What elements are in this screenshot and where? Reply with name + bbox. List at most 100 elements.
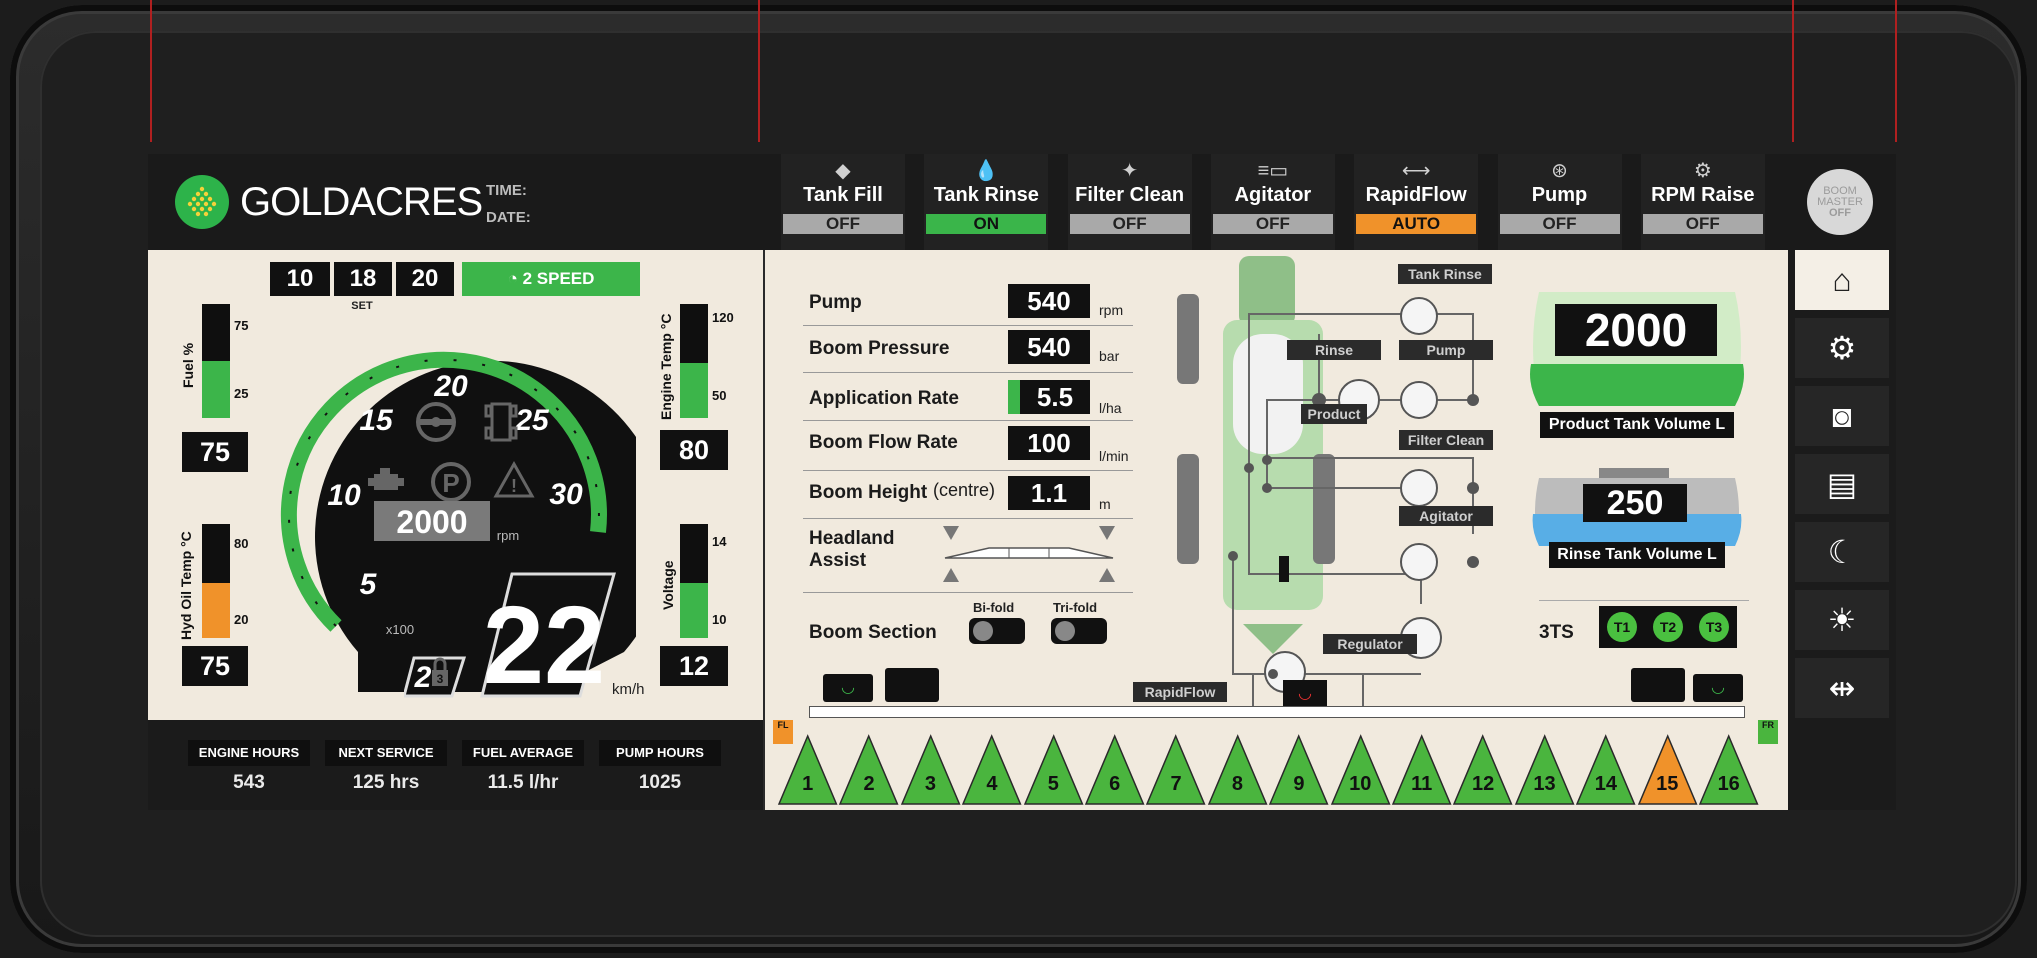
tank-rinse-icon: 💧 bbox=[973, 160, 999, 182]
hyd-oil-temp-value: 75 bbox=[182, 646, 248, 686]
section-number: 12 bbox=[1471, 773, 1495, 795]
fuel-label: Fuel % bbox=[180, 342, 196, 388]
home-icon[interactable]: ⌂ bbox=[1795, 250, 1889, 310]
fuel-gauge bbox=[202, 304, 230, 418]
engine-hours-value: 543 bbox=[233, 772, 265, 793]
voltage-tick-high: 14 bbox=[712, 534, 727, 549]
boom-section-8[interactable]: 8 bbox=[1207, 730, 1268, 810]
document-icon[interactable]: ▤ bbox=[1795, 454, 1889, 514]
tank-t3-button[interactable]: T3 bbox=[1699, 612, 1729, 642]
function-label: Filter Clean bbox=[1075, 184, 1185, 206]
display-screen: GOLDACRES TIME: DATE: ◆ Tank Fill OFF 💧 Tank… bbox=[148, 154, 1896, 810]
function-button-filter-clean[interactable]: ✦ Filter Clean OFF bbox=[1067, 154, 1192, 250]
boom-flow-rate-label: Boom Flow Rate bbox=[809, 432, 958, 453]
stats-bar: ENGINE HOURS 543 NEXT SERVICE 125 hrs FU… bbox=[148, 720, 763, 810]
headland-assist-diagram[interactable] bbox=[939, 524, 1119, 584]
tank-t1-button[interactable]: T1 bbox=[1607, 612, 1637, 642]
boom-pressure-value: 540 bbox=[1008, 330, 1090, 364]
boom-flow-rate-value: 100 bbox=[1008, 426, 1090, 460]
filter-clean-tag: Filter Clean bbox=[1399, 430, 1493, 450]
function-button-tank-rinse[interactable]: 💧 Tank Rinse ON bbox=[924, 154, 1049, 250]
section-triangle bbox=[1391, 734, 1452, 805]
bifold-toggle[interactable] bbox=[969, 618, 1025, 644]
tacho-tick: 10 bbox=[327, 479, 361, 512]
engine-tick-high: 120 bbox=[712, 310, 734, 325]
boom-section-1[interactable]: 1 bbox=[777, 730, 838, 810]
tank-t2-button[interactable]: T2 bbox=[1653, 612, 1683, 642]
section-triangle bbox=[1576, 734, 1636, 805]
function-button-rapidflow[interactable]: ⟷ RapidFlow AUTO bbox=[1354, 154, 1479, 250]
function-label: RapidFlow bbox=[1365, 184, 1467, 206]
boom-section-13[interactable]: 13 bbox=[1514, 730, 1575, 810]
headland-line1: Headland bbox=[809, 528, 895, 549]
function-label: Pump bbox=[1531, 184, 1588, 206]
toggle-knob bbox=[1055, 621, 1075, 641]
night-mode-icon[interactable]: ☾ bbox=[1795, 522, 1889, 582]
arrow-up-icon bbox=[943, 568, 959, 582]
divider bbox=[803, 518, 1133, 519]
filter-clean-valve bbox=[1400, 469, 1438, 507]
vehicle-panel: 10 18 20 SET ◔ 2 SPEED Fuel % 75 25 75 H… bbox=[148, 250, 763, 810]
hyd-tick-high: 80 bbox=[234, 536, 249, 551]
toggle-knob bbox=[973, 621, 993, 641]
speed-set-2[interactable]: 18 bbox=[334, 262, 392, 296]
function-button-rpm-raise[interactable]: ⚙ RPM Raise OFF bbox=[1640, 154, 1765, 250]
boom-section-9[interactable]: 9 bbox=[1268, 730, 1329, 810]
tacho-tick: 20 bbox=[433, 370, 468, 403]
boom-pressure-unit: bar bbox=[1099, 348, 1120, 364]
hyd-tick-low: 20 bbox=[234, 612, 249, 627]
function-button-tank-fill[interactable]: ◆ Tank Fill OFF bbox=[781, 154, 905, 250]
boom-height-sub: (centre) bbox=[933, 480, 996, 500]
boom-master-button[interactable]: BOOM MASTER OFF bbox=[1807, 169, 1873, 235]
section-number: 7 bbox=[1170, 773, 1182, 795]
right-nozzle-block bbox=[1631, 668, 1685, 702]
rapidflow-icon: ⟷ bbox=[1401, 160, 1431, 182]
svg-text:P: P bbox=[442, 468, 459, 498]
speed-mode-button[interactable]: ◔ 2 SPEED bbox=[462, 262, 640, 296]
boom-section-16[interactable]: 16 bbox=[1698, 730, 1759, 810]
hyd-oil-temp-gauge bbox=[202, 524, 230, 638]
sensor-center-icon: ◡ bbox=[1283, 680, 1327, 708]
agitator-icon: ≡▭ bbox=[1257, 160, 1289, 182]
boom-section-10[interactable]: 10 bbox=[1330, 730, 1391, 810]
section-number: 13 bbox=[1533, 773, 1556, 795]
threets-panel: T1 T2 T3 bbox=[1599, 606, 1737, 648]
boom-section-11[interactable]: 11 bbox=[1391, 730, 1452, 810]
section-number: 14 bbox=[1594, 773, 1617, 795]
speed-set-1[interactable]: 10 bbox=[270, 262, 330, 296]
engine-temp-level bbox=[680, 363, 708, 418]
boom-section-4[interactable]: 4 bbox=[961, 730, 1022, 810]
brightness-icon[interactable]: ☀ bbox=[1795, 590, 1889, 650]
function-state: ON bbox=[926, 214, 1047, 234]
speed-mode-label: 2 SPEED bbox=[522, 269, 595, 288]
boom-section-5[interactable]: 5 bbox=[1023, 730, 1084, 810]
boom-section-14[interactable]: 14 bbox=[1575, 730, 1636, 810]
settings-icon[interactable]: ⚙ bbox=[1795, 318, 1889, 378]
product-tank-fill bbox=[1530, 364, 1744, 406]
gear-lock-value: 3 bbox=[437, 672, 444, 686]
boom-height-label: Boom Height bbox=[809, 482, 928, 503]
boom-sections: 1 2 3 4 5 6 7 8 9 10 11 12 13 14 15 16 bbox=[777, 730, 1777, 810]
tacho-tick: 5 bbox=[360, 568, 378, 601]
boom-width-icon[interactable]: ⇹ bbox=[1795, 658, 1889, 718]
boom-section-2[interactable]: 2 bbox=[838, 730, 899, 810]
section-number: 11 bbox=[1411, 773, 1433, 795]
pump-reading-value: 540 bbox=[1008, 284, 1090, 318]
boom-section-6[interactable]: 6 bbox=[1084, 730, 1145, 810]
pump-hours-label: PUMP HOURS bbox=[599, 740, 721, 766]
function-label: RPM Raise bbox=[1651, 184, 1755, 206]
camera-icon[interactable]: ◙ bbox=[1795, 386, 1889, 446]
engine-temp-label: Engine Temp °C bbox=[658, 313, 674, 420]
trifold-toggle[interactable] bbox=[1051, 618, 1107, 644]
boom-section-15[interactable]: 15 bbox=[1637, 730, 1698, 810]
boom-section-3[interactable]: 3 bbox=[900, 730, 961, 810]
set-label: SET bbox=[351, 300, 373, 312]
function-button-agitator[interactable]: ≡▭ Agitator OFF bbox=[1210, 154, 1335, 250]
function-button-pump[interactable]: ⊛ Pump OFF bbox=[1497, 154, 1622, 250]
boom-section-7[interactable]: 7 bbox=[1145, 730, 1206, 810]
boom-section-12[interactable]: 12 bbox=[1452, 730, 1513, 810]
speed-set-3[interactable]: 20 bbox=[396, 262, 454, 296]
section-triangle bbox=[1330, 734, 1391, 805]
rinse-tank-label: Rinse Tank Volume L bbox=[1549, 542, 1725, 568]
arrow-up-icon bbox=[1099, 568, 1115, 582]
